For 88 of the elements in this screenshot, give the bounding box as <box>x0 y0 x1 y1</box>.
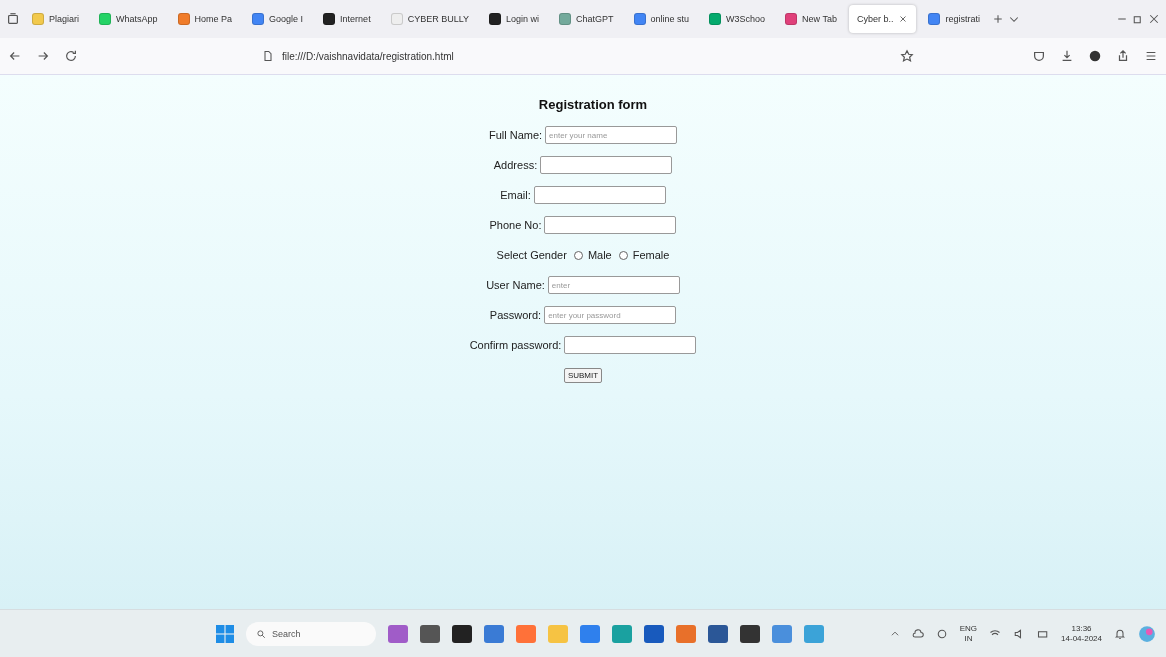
field-label: Select Gender <box>496 249 567 261</box>
language-indicator[interactable]: ENG IN <box>959 623 978 644</box>
favicon-icon <box>323 13 336 25</box>
input-field[interactable]: enter your name <box>545 126 678 144</box>
tab-title: Google I <box>269 14 304 24</box>
tab-title: Plagiari <box>49 14 79 24</box>
search-field[interactable]: Search <box>246 621 376 646</box>
browser-tab[interactable]: CYBER BULLY <box>382 5 477 33</box>
browser-tab[interactable]: Cyber b.. <box>848 5 917 33</box>
radio-label: Male <box>587 249 612 261</box>
extension-icon[interactable] <box>1088 49 1102 63</box>
menu-icon[interactable] <box>1144 49 1158 63</box>
field-label: Address: <box>493 159 538 171</box>
close-icon[interactable] <box>898 14 909 24</box>
browser-tab[interactable]: Login wi <box>481 5 548 33</box>
submit-button[interactable]: SUBMIT <box>563 367 603 383</box>
tab-title: online stu <box>650 14 690 24</box>
bell-icon[interactable] <box>1114 627 1126 640</box>
tab-title: New Tab <box>802 14 837 24</box>
favicon-icon <box>633 13 646 25</box>
browser-tab[interactable]: Home Pa <box>169 5 241 33</box>
tab-title: Login wi <box>506 14 540 24</box>
browser-tab[interactable]: online stu <box>625 5 698 33</box>
favicon-icon <box>709 13 722 25</box>
tab-title: ChatGPT <box>576 14 614 24</box>
tab-title: registrati <box>945 14 980 24</box>
browser-tab[interactable]: Google I <box>244 5 312 33</box>
app-icon[interactable] <box>708 624 728 643</box>
favicon-icon <box>489 13 501 25</box>
favicon-icon <box>99 13 111 25</box>
tray-app-icon[interactable] <box>935 627 948 640</box>
field-label: User Name: <box>486 279 545 291</box>
tab-title: Cyber b.. <box>856 14 894 24</box>
radio-button[interactable] <box>618 250 628 260</box>
form-title: Registration form <box>538 97 648 112</box>
download-icon[interactable] <box>1060 49 1074 63</box>
input-field[interactable] <box>564 336 697 354</box>
browser-tab[interactable]: registrati <box>920 5 988 33</box>
clock[interactable]: 13:36 14-04-2024 <box>1061 623 1102 644</box>
favicon-icon <box>785 13 798 25</box>
tab-title: Internet <box>340 14 371 24</box>
new-tab-icon[interactable] <box>992 13 1004 25</box>
field-label: Full Name: <box>488 129 543 141</box>
favicon-icon <box>390 13 403 25</box>
share-icon[interactable] <box>1116 49 1130 63</box>
browser-tab[interactable]: Plagiari <box>24 5 87 33</box>
app-icon[interactable] <box>452 624 472 643</box>
tab-overview-icon[interactable] <box>6 12 20 26</box>
forward-icon[interactable] <box>36 49 50 63</box>
radio-button[interactable] <box>573 250 583 260</box>
browser-tab[interactable]: ChatGPT <box>551 5 622 33</box>
tab-title: Home Pa <box>194 14 233 24</box>
tab-title: W3Schoo <box>726 14 766 24</box>
browser-tab[interactable]: New Tab <box>777 5 845 33</box>
app-icon[interactable] <box>740 624 760 643</box>
search-icon[interactable] <box>256 628 266 639</box>
field-label: Email: <box>500 189 531 201</box>
close-icon[interactable] <box>1148 13 1160 25</box>
star-icon[interactable] <box>900 49 914 63</box>
address-text[interactable]: file:///D:/vaishnavidata/registration.html <box>282 50 454 62</box>
favicon-icon <box>252 13 265 25</box>
favicon-icon <box>928 13 941 25</box>
field-label: Phone No: <box>489 219 542 231</box>
browser-tab[interactable]: WhatsApp <box>91 5 166 33</box>
input-field[interactable] <box>540 156 673 174</box>
input-field[interactable]: enter <box>547 276 680 294</box>
tab-title: WhatsApp <box>116 14 158 24</box>
favicon-icon <box>32 13 44 25</box>
field-label: Password: <box>489 309 542 321</box>
start-icon[interactable] <box>216 624 234 643</box>
reload-icon[interactable] <box>64 49 78 63</box>
input-field[interactable] <box>533 186 666 204</box>
page-icon[interactable] <box>262 50 274 62</box>
app-icon[interactable] <box>420 624 440 643</box>
favicon-icon <box>177 13 190 25</box>
input-field[interactable]: enter your password <box>544 306 677 324</box>
restore-icon[interactable] <box>1132 13 1144 25</box>
pocket-icon[interactable] <box>1032 49 1046 63</box>
radio-label: Female <box>632 249 670 261</box>
input-field[interactable] <box>544 216 677 234</box>
browser-tab[interactable]: W3Schoo <box>701 5 774 33</box>
browser-tab[interactable]: Internet <box>315 5 379 33</box>
copilot-icon[interactable] <box>1138 624 1156 643</box>
tab-title: CYBER BULLY <box>407 14 469 24</box>
cloud-icon[interactable] <box>911 627 924 640</box>
field-label: Confirm password: <box>469 339 562 351</box>
favicon-icon <box>559 13 572 25</box>
back-icon[interactable] <box>8 49 22 63</box>
